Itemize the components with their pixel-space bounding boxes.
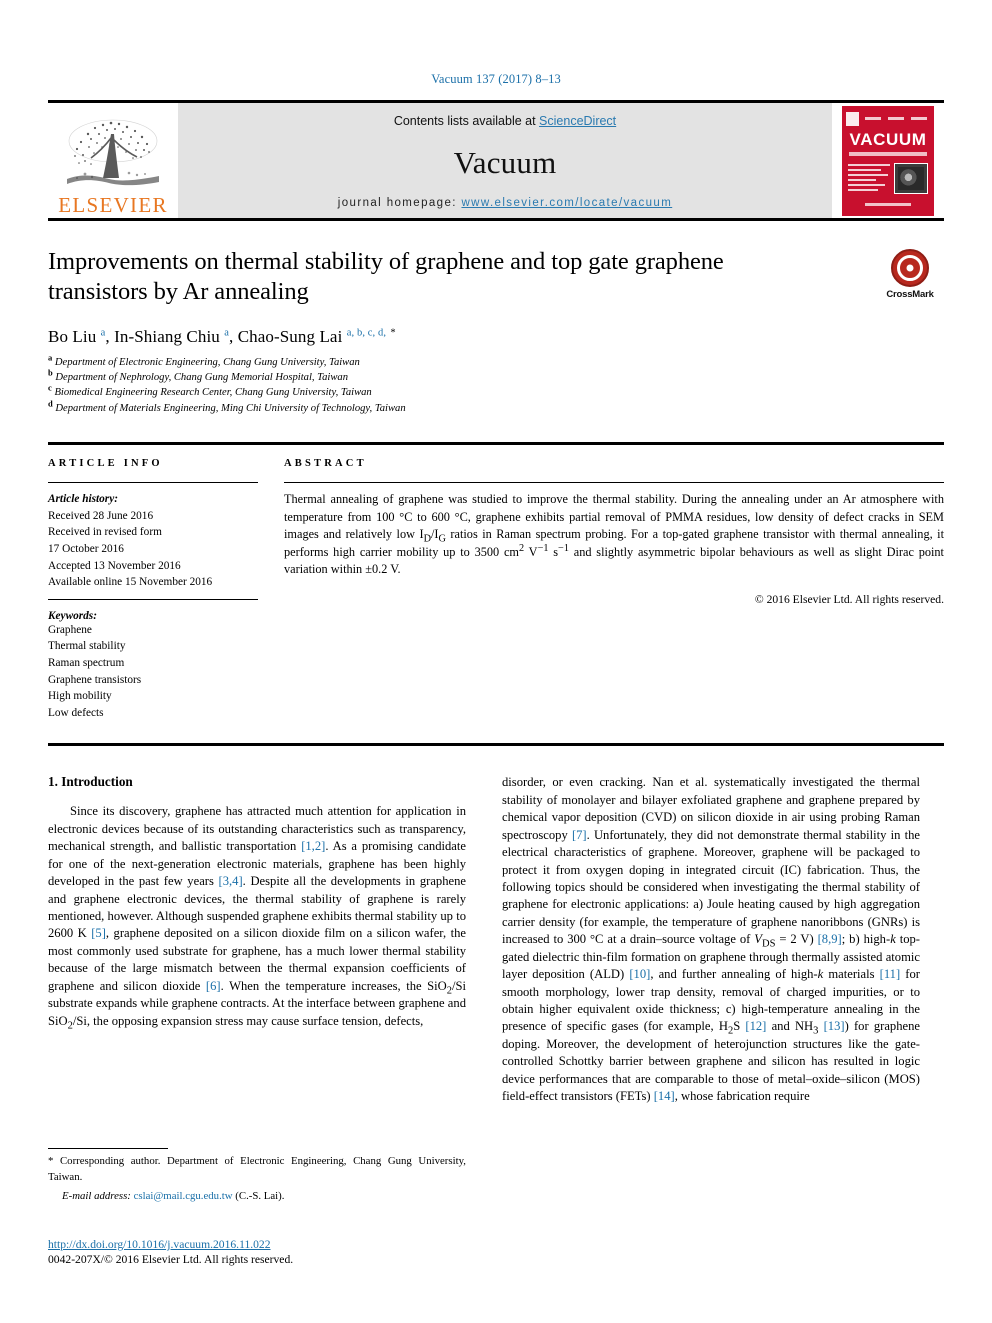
article-history-item: Available online 15 November 2016 [48,576,213,589]
divider [284,482,944,484]
doi-block: http://dx.doi.org/10.1016/j.vacuum.2016.… [48,1238,488,1266]
body-columns: 1. Introduction Since its discovery, gra… [48,774,944,1105]
cover-editor-list [848,163,890,195]
email-address-link[interactable]: cslai@mail.cgu.edu.tw [134,1190,233,1202]
section-heading-introduction: 1. Introduction [48,774,133,790]
cover-footer-text [842,193,934,211]
elsevier-logo: ELSEVIER [48,103,178,218]
footnote-divider [48,1148,168,1149]
divider [48,598,258,600]
affiliation-marker: d [48,398,53,409]
body-column-right: disorder, or even cracking. Nan et al. s… [502,774,920,1105]
article-history-item: Received 28 June 2016 [48,509,154,522]
journal-reference-link[interactable]: Vacuum 137 (2017) 8–13 [431,72,561,86]
affiliation-marker: c [48,382,52,393]
crossmark-label: CrossMark [886,289,934,300]
cover-journal-title: VACUUM [849,129,927,149]
affiliation-text: Biomedical Engineering Research Center, … [54,387,372,399]
article-history-item: Received in revised form [48,526,162,539]
abstract-body: Thermal annealing of graphene was studie… [284,492,944,576]
keyword-item: Thermal stability [48,640,126,653]
affiliation-marker: a [48,352,53,363]
doi-link[interactable]: http://dx.doi.org/10.1016/j.vacuum.2016.… [48,1238,488,1251]
journal-masthead: ELSEVIER Contents lists available at Sci… [48,100,944,221]
keyword-item: Raman spectrum [48,656,125,669]
affiliation-list: a Department of Electronic Engineering, … [48,352,944,416]
cover-issue-meta [862,117,930,120]
keyword-item: Low defects [48,706,104,719]
corresponding-author-note: * Corresponding author. Department of El… [48,1155,466,1183]
cover-image: VACUUM [842,105,934,216]
masthead-center: Contents lists available at ScienceDirec… [178,103,832,218]
body-paragraph: disorder, or even cracking. Nan et al. s… [502,775,920,1104]
sciencedirect-link[interactable]: ScienceDirect [539,114,616,128]
body-paragraph: Since its discovery, graphene has attrac… [48,804,466,1032]
crossmark-badge[interactable]: CrossMark [876,249,944,300]
cover-top-bar [846,111,930,127]
homepage-prefix: journal homepage: [337,197,462,209]
corresponding-email-line: E-mail address: cslai@mail.cgu.edu.tw (C… [48,1189,466,1205]
footnote-block: * Corresponding author. Department of El… [48,1148,466,1204]
keyword-item: Graphene transistors [48,673,142,686]
article-info-heading: ARTICLE INFO [48,458,163,470]
affiliation-text: Department of Nephrology, Chang Gung Mem… [55,372,349,384]
body-column-left: 1. Introduction Since its discovery, gra… [48,774,466,1105]
contents-prefix: Contents lists available at [393,114,540,128]
issn-copyright-line: 0042-207X/© 2016 Elsevier Ltd. All right… [48,1253,294,1266]
section-divider [48,743,944,747]
info-abstract-region: ARTICLE INFO Article history: Received 2… [48,442,944,721]
journal-homepage-link[interactable]: www.elsevier.com/locate/vacuum [461,197,672,209]
article-page: Vacuum 137 (2017) 8–13 ELSEVIER Contents… [0,0,992,1323]
keywords-label: Keywords: [48,609,97,622]
affiliation-item: d Department of Materials Engineering, M… [48,398,944,416]
abstract-heading: ABSTRACT [284,458,367,470]
affiliation-text: Department of Electronic Engineering, Ch… [54,356,360,368]
journal-reference: Vacuum 137 (2017) 8–13 [0,0,992,87]
cover-figure-image [894,162,928,194]
cover-subtitle-bar [849,151,927,156]
journal-title: Vacuum [453,145,557,180]
elsevier-wordmark: ELSEVIER [58,193,168,217]
keyword-item: High mobility [48,690,112,703]
email-address-label: E-mail address: [62,1189,131,1202]
article-history-item: Accepted 13 November 2016 [48,559,181,572]
abstract-copyright: © 2016 Elsevier Ltd. All rights reserved… [754,593,944,607]
email-address-suffix: (C.-S. Lai). [235,1189,285,1202]
elsevier-tree-icon [67,119,159,186]
affiliation-text: Department of Materials Engineering, Min… [55,402,406,414]
affiliation-item: b Department of Nephrology, Chang Gung M… [48,367,944,385]
crossmark-icon [891,249,929,287]
cover-elsevier-icon [846,111,859,126]
affiliation-marker: b [48,367,53,378]
journal-homepage-line: journal homepage: www.elsevier.com/locat… [338,197,672,209]
journal-cover-thumbnail[interactable]: VACUUM [832,103,944,218]
article-history-label: Article history: [48,493,118,506]
article-info-column: ARTICLE INFO Article history: Received 2… [48,458,258,721]
page-title: Improvements on thermal stability of gra… [48,248,724,305]
title-block: Improvements on thermal stability of gra… [48,247,944,416]
affiliation-item: c Biomedical Engineering Research Center… [48,382,944,400]
contents-available-line: Contents lists available at ScienceDirec… [394,114,616,128]
abstract-column: ABSTRACT Thermal annealing of graphene w… [284,458,944,721]
keyword-item: Graphene [48,623,92,636]
author-list: Bo Liu a, In-Shiang Chiu a, Chao-Sung La… [48,326,396,346]
affiliation-item: a Department of Electronic Engineering, … [48,352,944,370]
article-history-item: 17 October 2016 [48,542,124,555]
divider [48,482,258,484]
